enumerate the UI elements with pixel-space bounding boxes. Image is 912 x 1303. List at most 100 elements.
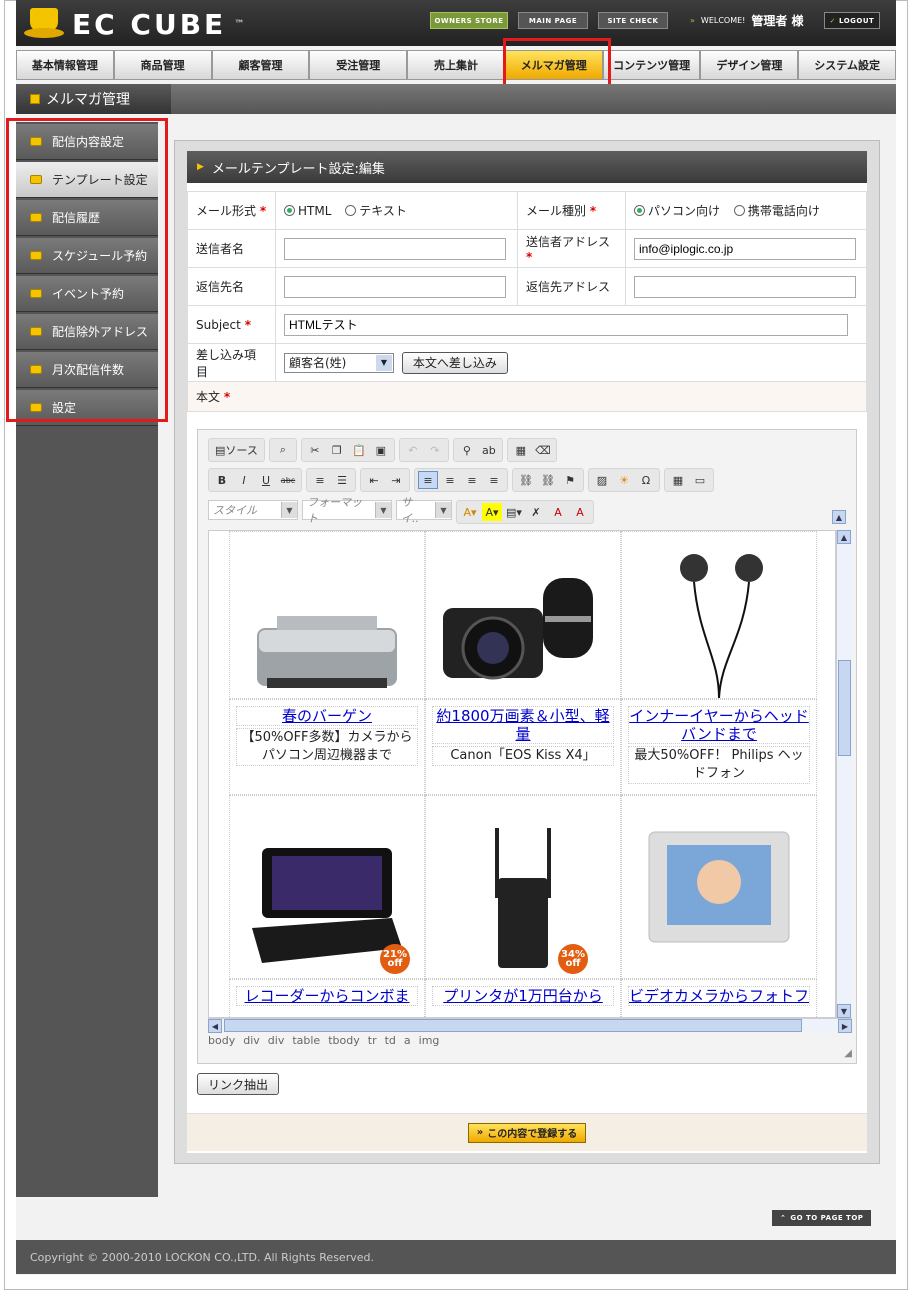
scroll-right-icon[interactable]: ▶ [838, 1019, 852, 1033]
image-icon[interactable]: ▨ [592, 471, 612, 489]
nav-products[interactable]: 商品管理 [113, 50, 212, 80]
reply-name-input[interactable] [284, 275, 506, 298]
bold-icon[interactable]: B [212, 471, 232, 489]
path-item[interactable]: body [208, 1034, 235, 1047]
nav-contents[interactable]: コンテンツ管理 [602, 50, 701, 80]
size-combo[interactable]: サイ.. ▼ [396, 496, 452, 525]
html-radio[interactable]: HTML [284, 204, 331, 218]
link-extract-button[interactable]: リンク抽出 [197, 1073, 280, 1095]
remove-format-icon[interactable]: ⌫ [533, 441, 553, 459]
sidebar-item-exclude[interactable]: 配信除外アドレス [16, 314, 158, 350]
nav-mailmag[interactable]: メルマガ管理 [504, 50, 603, 80]
sidebar-item-history[interactable]: 配信履歴 [16, 200, 158, 236]
preview-icon[interactable]: ⌕ [273, 441, 293, 459]
block-icon[interactable]: ▤▾ [504, 503, 524, 521]
sidebar-item-event[interactable]: イベント予約 [16, 276, 158, 312]
table-icon[interactable]: ▦ [668, 471, 688, 489]
product-title-link[interactable]: 春のバーゲン [236, 706, 418, 726]
product-title-link[interactable]: レコーダーからコンボま [236, 986, 418, 1006]
source-button[interactable]: ▤ ソース [212, 441, 261, 459]
paste-icon[interactable]: 📋 [349, 441, 369, 459]
path-item[interactable]: div [268, 1034, 285, 1047]
vertical-scrollbar[interactable]: ▲ ▼ [836, 530, 852, 1018]
hr-icon[interactable]: ▭ [690, 471, 710, 489]
replace-icon[interactable]: ab [479, 441, 499, 459]
style-combo[interactable]: スタイル ▼ [208, 500, 298, 520]
nav-orders[interactable]: 受注管理 [309, 50, 408, 80]
resize-handle-icon[interactable]: ◢ [844, 1048, 852, 1059]
path-item[interactable]: tr [368, 1034, 377, 1047]
edit-area[interactable]: 春のバーゲン 【50%OFF多数】カメラからパソコン周辺機器まで 約1800万画… [208, 530, 836, 1018]
insert-select[interactable]: 顧客名(姓) ▼ [284, 352, 394, 373]
cut-icon[interactable]: ✂ [305, 441, 325, 459]
omega-icon[interactable]: Ω [636, 471, 656, 489]
bg-color-icon[interactable]: A▾ [482, 503, 502, 521]
redo-icon[interactable]: ↷ [425, 441, 445, 459]
indent-icon[interactable]: ⇥ [386, 471, 406, 489]
find-icon[interactable]: ⚲ [457, 441, 477, 459]
insert-button[interactable]: 本文へ差し込み [401, 351, 508, 374]
scroll-left-icon[interactable]: ◀ [208, 1019, 222, 1033]
select-all-icon[interactable]: ▦ [511, 441, 531, 459]
main-page-button[interactable]: MAIN PAGE [518, 12, 588, 29]
link-icon[interactable]: ⛓ [516, 471, 536, 489]
copy-icon[interactable]: ❐ [327, 441, 347, 459]
format-combo[interactable]: フォーマット ▼ [302, 496, 392, 525]
nav-customers[interactable]: 顧客管理 [211, 50, 310, 80]
subject-input[interactable] [284, 313, 848, 336]
outdent-icon[interactable]: ⇤ [364, 471, 384, 489]
product-title-link[interactable]: ビデオカメラからフォトフ [628, 986, 810, 1006]
underline-a-icon[interactable]: A [548, 503, 568, 521]
path-item[interactable]: img [419, 1034, 440, 1047]
x-icon[interactable]: ✗ [526, 503, 546, 521]
align-justify-icon[interactable]: ≡ [484, 471, 504, 489]
register-button[interactable]: » この内容で登録する [467, 1122, 587, 1143]
hscroll-thumb[interactable] [224, 1019, 802, 1032]
horizontal-scrollbar[interactable]: ◀ ▶ [208, 1018, 852, 1033]
product-title-link[interactable]: プリンタが1万円台から [432, 986, 614, 1006]
sender-name-input[interactable] [284, 237, 506, 260]
logo[interactable]: EC CUBE ™ [24, 6, 244, 42]
sidebar-item-monthly[interactable]: 月次配信件数 [16, 352, 158, 388]
align-center-icon[interactable]: ≡ [440, 471, 460, 489]
nav-sales[interactable]: 売上集計 [407, 50, 505, 80]
path-item[interactable]: td [385, 1034, 396, 1047]
page-top-button[interactable]: ⌃ GO TO PAGE TOP [772, 1210, 872, 1226]
unlink-icon[interactable]: ⛓ [538, 471, 558, 489]
bullet-list-icon[interactable]: ☰ [332, 471, 352, 489]
nav-basic-info[interactable]: 基本情報管理 [16, 50, 114, 80]
site-check-button[interactable]: SITE CHECK [598, 12, 668, 29]
sidebar-item-template[interactable]: テンプレート設定 [16, 162, 158, 198]
pc-radio[interactable]: パソコン向け [634, 202, 720, 219]
nav-design[interactable]: デザイン管理 [700, 50, 799, 80]
product-title-link[interactable]: 約1800万画素＆小型、軽量 [432, 706, 614, 744]
nav-system[interactable]: システム設定 [798, 50, 897, 80]
scroll-thumb[interactable] [838, 660, 851, 756]
path-item[interactable]: table [292, 1034, 320, 1047]
sidebar-item-delivery[interactable]: 配信内容設定 [16, 124, 158, 160]
ordered-list-icon[interactable]: ≡ [310, 471, 330, 489]
text-radio[interactable]: テキスト [345, 202, 407, 219]
sender-addr-input[interactable] [634, 237, 856, 260]
collapse-toolbar-icon[interactable]: ▲ [832, 510, 846, 524]
undo-icon[interactable]: ↶ [403, 441, 423, 459]
scroll-down-icon[interactable]: ▼ [837, 1004, 851, 1018]
scroll-up-icon[interactable]: ▲ [837, 530, 851, 544]
strike-a-icon[interactable]: A [570, 503, 590, 521]
anchor-icon[interactable]: ⚑ [560, 471, 580, 489]
italic-icon[interactable]: I [234, 471, 254, 489]
product-title-link[interactable]: インナーイヤーからヘッドバンドまで [628, 706, 810, 744]
text-color-icon[interactable]: A▾ [460, 503, 480, 521]
strike-icon[interactable]: abc [278, 471, 298, 489]
paste-word-icon[interactable]: ▣ [371, 441, 391, 459]
reply-addr-input[interactable] [634, 275, 856, 298]
path-item[interactable]: div [243, 1034, 260, 1047]
mobile-radio[interactable]: 携帯電話向け [733, 202, 820, 219]
sidebar-item-settings[interactable]: 設定 [16, 390, 158, 426]
path-item[interactable]: a [404, 1034, 411, 1047]
logout-button[interactable]: ✓ LOGOUT [824, 12, 880, 29]
owners-store-button[interactable]: OWNERS STORE [430, 12, 508, 29]
align-right-icon[interactable]: ≡ [462, 471, 482, 489]
underline-icon[interactable]: U [256, 471, 276, 489]
sidebar-item-schedule[interactable]: スケジュール予約 [16, 238, 158, 274]
